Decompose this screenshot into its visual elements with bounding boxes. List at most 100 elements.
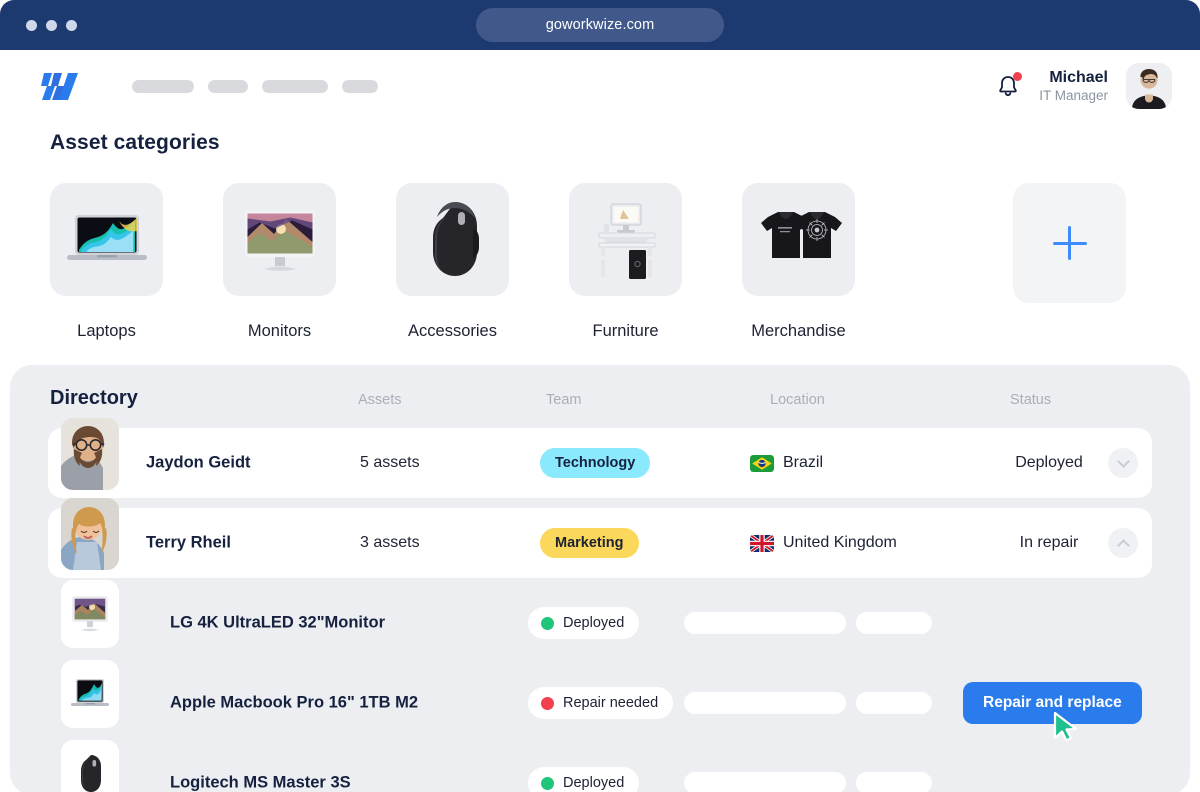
location-label: Brazil xyxy=(783,454,824,471)
flag-brazil xyxy=(750,454,774,472)
team-badge[interactable]: Technology xyxy=(540,448,651,478)
category-tile xyxy=(569,183,682,296)
person-name: Terry Rheil xyxy=(146,533,231,552)
table-row[interactable]: Jaydon Geidt 5 assets Technology Brazil … xyxy=(48,418,1152,498)
plus-icon xyxy=(1052,226,1087,260)
tshirts-image xyxy=(760,211,842,258)
nav-item-4[interactable] xyxy=(342,79,378,93)
app-root: goworkwize.com Michael IT Manager Asset … xyxy=(0,0,1200,792)
mouse-thumb xyxy=(81,755,101,792)
asset-placeholder-a xyxy=(684,692,846,714)
asset-thumbnail xyxy=(61,740,119,792)
asset-row[interactable]: Apple Macbook Pro 16" 1TB M2 Repair need… xyxy=(48,660,1152,738)
status-dot-icon xyxy=(541,776,554,790)
avatar[interactable] xyxy=(1126,63,1172,109)
category-label: Furniture xyxy=(592,322,659,340)
category-card-laptops[interactable]: Laptops xyxy=(50,183,163,341)
asset-status-badge: Repair needed xyxy=(528,687,674,719)
asset-name: Logitech MS Master 3S xyxy=(170,773,351,792)
person-avatar-image xyxy=(61,418,119,490)
page-title: Asset categories xyxy=(50,131,220,154)
category-label: Merchandise xyxy=(751,322,846,340)
collapse-row-button[interactable] xyxy=(1108,528,1138,558)
asset-categories-list: Laptops Monitors Accessories Furniture M… xyxy=(50,183,855,341)
avatar xyxy=(61,498,119,570)
person-location: Brazil xyxy=(750,454,823,472)
nav-placeholders xyxy=(132,79,378,93)
maximize-window-button[interactable] xyxy=(66,19,77,31)
column-header-team: Team xyxy=(546,392,582,408)
header-right: Michael IT Manager xyxy=(995,63,1172,109)
category-card-monitors[interactable]: Monitors xyxy=(223,183,336,341)
status-dot-icon xyxy=(541,616,554,630)
asset-placeholder-b xyxy=(856,612,932,634)
directory-header: Directory Assets Team Location Status xyxy=(10,365,1190,428)
table-row[interactable]: Terry Rheil 3 assets Marketing United Ki… xyxy=(48,498,1152,578)
asset-status-badge: Deployed xyxy=(528,607,640,639)
category-tile xyxy=(223,183,336,296)
asset-placeholder-b xyxy=(856,692,932,714)
column-header-status: Status xyxy=(1010,392,1052,408)
monitor-image xyxy=(244,210,315,271)
laptop-image xyxy=(66,214,147,260)
location-label: United Kingdom xyxy=(783,534,897,551)
category-label: Laptops xyxy=(77,322,136,340)
address-bar[interactable]: goworkwize.com xyxy=(476,8,724,42)
person-name: Jaydon Geidt xyxy=(146,453,251,472)
minimize-window-button[interactable] xyxy=(46,19,57,31)
flag-united-kingdom xyxy=(750,534,774,552)
asset-status-label: Deployed xyxy=(563,775,625,791)
team-badge[interactable]: Marketing xyxy=(540,528,639,558)
asset-thumbnail xyxy=(61,660,119,728)
nav-item-1[interactable] xyxy=(132,79,194,93)
close-window-button[interactable] xyxy=(26,19,37,31)
person-assets: 3 assets xyxy=(360,534,420,551)
category-card-merchandise[interactable]: Merchandise xyxy=(742,183,855,341)
desk-image xyxy=(598,203,655,279)
user-role: IT Manager xyxy=(1039,87,1108,103)
notification-badge-dot xyxy=(1013,72,1023,81)
category-tile xyxy=(50,183,163,296)
category-card-accessories[interactable]: Accessories xyxy=(396,183,509,341)
user-info[interactable]: Michael IT Manager xyxy=(1039,68,1108,104)
category-tile xyxy=(396,183,509,296)
traffic-lights xyxy=(26,19,77,31)
status-badge: In repair xyxy=(1019,534,1079,551)
asset-status-label: Deployed xyxy=(563,615,625,631)
user-avatar-image xyxy=(1126,63,1172,109)
add-category-button[interactable] xyxy=(1013,183,1126,303)
directory-panel: Directory Assets Team Location Status Ja… xyxy=(10,365,1190,792)
person-avatar-image xyxy=(61,498,119,570)
asset-row[interactable]: LG 4K UltraLED 32"Monitor Deployed xyxy=(48,580,1152,658)
expand-row-button[interactable] xyxy=(1108,448,1138,478)
person-location: United Kingdom xyxy=(750,534,897,552)
asset-placeholder-a xyxy=(684,612,846,634)
status-badge: Deployed xyxy=(1015,454,1083,471)
column-header-location: Location xyxy=(770,392,825,408)
column-header-assets: Assets xyxy=(358,392,402,408)
directory-title: Directory xyxy=(50,387,138,409)
goworkwize-logo[interactable] xyxy=(40,69,88,103)
repair-and-replace-button[interactable]: Repair and replace xyxy=(963,682,1142,724)
nav-item-3[interactable] xyxy=(262,79,328,93)
status-dot-icon xyxy=(541,696,554,710)
asset-placeholder-a xyxy=(684,772,846,792)
asset-name: Apple Macbook Pro 16" 1TB M2 xyxy=(170,693,419,712)
user-name: Michael xyxy=(1049,69,1108,86)
asset-row[interactable]: Logitech MS Master 3S Deployed xyxy=(48,740,1152,792)
browser-chrome: goworkwize.com xyxy=(0,0,1200,50)
category-tile xyxy=(742,183,855,296)
asset-name: LG 4K UltraLED 32"Monitor xyxy=(170,613,386,632)
chevron-down-icon xyxy=(1116,454,1130,468)
asset-placeholder-b xyxy=(856,772,932,792)
nav-item-2[interactable] xyxy=(208,79,248,93)
chevron-up-icon xyxy=(1116,538,1130,552)
monitor-thumb xyxy=(72,596,108,632)
notifications-button[interactable] xyxy=(995,72,1023,100)
asset-status-label: Repair needed xyxy=(563,695,659,711)
asset-status-badge: Deployed xyxy=(528,767,640,792)
category-label: Monitors xyxy=(247,322,312,340)
app-header: Michael IT Manager xyxy=(0,50,1200,122)
category-card-furniture[interactable]: Furniture xyxy=(569,183,682,341)
category-label: Accessories xyxy=(408,322,497,340)
